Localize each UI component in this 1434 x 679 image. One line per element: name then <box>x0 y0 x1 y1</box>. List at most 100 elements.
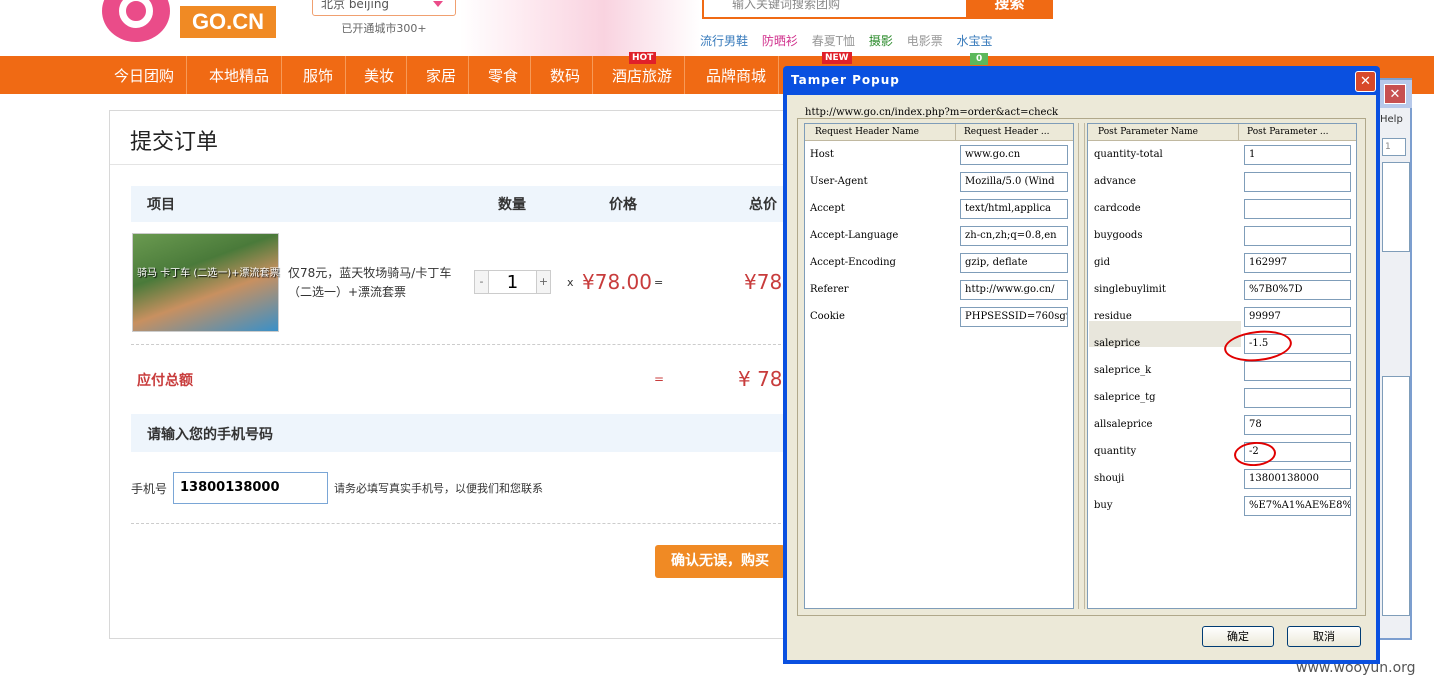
quantity-stepper[interactable]: - 1 + <box>474 270 551 294</box>
nav-item-digital[interactable]: 数码 <box>538 56 594 94</box>
param-value-field[interactable] <box>1244 172 1351 192</box>
column-total: 总价 <box>749 197 777 213</box>
nav-item-brand-mall[interactable]: 品牌商城 <box>694 56 780 94</box>
search-input[interactable]: 输入关键词搜索团购 <box>702 0 968 19</box>
column-param-name[interactable]: Post Parameter Name <box>1098 124 1198 141</box>
quantity-input[interactable]: 1 <box>489 271 536 294</box>
chevron-down-icon <box>433 1 443 7</box>
cart-count-badge: 0 <box>970 53 989 65</box>
column-param-value[interactable]: Post Parameter ... <box>1238 124 1328 141</box>
param-name: shouji <box>1094 473 1125 484</box>
close-icon[interactable]: ✕ <box>1355 71 1376 92</box>
header-name: Accept-Language <box>810 230 899 241</box>
hot-link[interactable]: 流行男鞋 <box>700 34 748 48</box>
hot-link[interactable]: 春夏T恤 <box>812 34 855 48</box>
window-pane <box>1382 376 1410 616</box>
hot-link[interactable]: 防晒衫 <box>762 34 798 48</box>
page-title: 提交订单 <box>130 130 219 155</box>
header-value-field[interactable]: http://www.go.cn/ <box>960 280 1068 300</box>
equals-sign: = <box>654 372 665 386</box>
nav-item-local[interactable]: 本地精品 <box>197 56 283 94</box>
divider <box>131 523 791 524</box>
nav-item-home[interactable]: 家居 <box>414 56 470 94</box>
param-name: allsaleprice <box>1094 419 1153 430</box>
nav-item-clothing[interactable]: 服饰 <box>291 56 347 94</box>
param-name: quantity <box>1094 446 1137 457</box>
column-header-name[interactable]: Request Header Name <box>815 124 919 141</box>
header-name: Host <box>810 149 834 160</box>
popup-title: Tamper Popup <box>791 73 900 87</box>
header-name: Referer <box>810 284 849 295</box>
nav-item-today[interactable]: 今日团购 <box>102 56 188 94</box>
param-value-field[interactable]: %7B0%7D <box>1244 280 1351 300</box>
param-name: gid <box>1094 257 1111 268</box>
param-value-field[interactable]: 99997 <box>1244 307 1351 327</box>
due-label: 应付总额 <box>137 373 193 389</box>
param-name: singlebuylimit <box>1094 284 1166 295</box>
quantity-increment-button[interactable]: + <box>536 271 550 293</box>
pane-splitter[interactable] <box>1078 123 1085 609</box>
header-value-field[interactable]: zh-cn,zh;q=0.8,en <box>960 226 1068 246</box>
param-name: saleprice_tg <box>1094 392 1156 403</box>
post-params-column-header: Post Parameter Name Post Parameter ... <box>1088 124 1356 141</box>
column-item: 项目 <box>147 197 175 213</box>
logo-text[interactable]: GO.CN <box>180 6 276 38</box>
product-name[interactable]: 仅78元，蓝天牧场骑马/卡丁车（二选一）+漂流套票 <box>288 264 458 302</box>
param-value-field[interactable]: 13800138000 <box>1244 469 1351 489</box>
nav-item-makeup[interactable]: 美妆 <box>352 56 408 94</box>
phone-field[interactable]: 13800138000 <box>173 472 328 504</box>
window-field[interactable]: 1 <box>1382 138 1406 156</box>
param-value-field[interactable] <box>1244 199 1351 219</box>
confirm-purchase-button[interactable]: 确认无误，购买 <box>655 545 785 578</box>
param-value-field[interactable]: 162997 <box>1244 253 1351 273</box>
param-name: quantity-total <box>1094 149 1163 160</box>
window-pane <box>1382 162 1410 252</box>
column-qty: 数量 <box>498 197 526 213</box>
phone-section-title: 请输入您的手机号码 <box>147 427 273 443</box>
hot-links: 流行男鞋 防晒衫 春夏T恤 摄影 电影票 水宝宝 <box>700 32 1003 49</box>
param-value-field[interactable] <box>1244 226 1351 246</box>
param-value-field[interactable]: %E7%A1%AE%E8%AE%A4 <box>1244 496 1351 516</box>
product-image[interactable]: 骑马 卡丁车 (二选一)+漂流套票 <box>132 233 280 332</box>
phone-label: 手机号 <box>131 482 168 496</box>
hot-link[interactable]: 水宝宝 <box>957 34 993 48</box>
ok-button[interactable]: 确定 <box>1202 626 1274 647</box>
due-amount: ¥ 78 <box>738 367 783 391</box>
city-count: 已开通城市300+ <box>341 22 427 35</box>
param-value-field[interactable]: 78 <box>1244 415 1351 435</box>
times-sign: x <box>567 276 574 289</box>
param-name: buy <box>1094 500 1113 511</box>
divider <box>131 344 791 345</box>
request-url: http://www.go.cn/index.php?m=order&act=c… <box>805 107 1059 118</box>
header-value-field[interactable]: PHPSESSID=760sg9h <box>960 307 1068 327</box>
unit-price: ¥78.00 <box>582 270 652 294</box>
column-price: 价格 <box>609 197 637 213</box>
column-header-value[interactable]: Request Header ... <box>955 124 1049 141</box>
watermark: www.wooyun.org <box>1296 660 1416 676</box>
param-value-field[interactable] <box>1244 388 1351 408</box>
city-label: 北京 beijing <box>321 0 390 11</box>
param-value-field[interactable] <box>1244 361 1351 381</box>
header-value-field[interactable]: gzip, deflate <box>960 253 1068 273</box>
city-selector[interactable]: 北京 beijing <box>312 0 456 16</box>
help-menu[interactable]: Help <box>1380 114 1403 125</box>
search-button[interactable]: 搜索 <box>966 0 1053 19</box>
quantity-decrement-button[interactable]: - <box>475 271 489 293</box>
param-value-field[interactable]: 1 <box>1244 145 1351 165</box>
cancel-button[interactable]: 取消 <box>1287 626 1361 647</box>
header-name: Accept <box>810 203 845 214</box>
request-headers-list[interactable]: Request Header Name Request Header ... <box>804 123 1074 609</box>
header-value-field[interactable]: www.go.cn <box>960 145 1068 165</box>
hot-link[interactable]: 摄影 <box>869 34 893 48</box>
header-name: Accept-Encoding <box>810 257 896 268</box>
equals-sign: = <box>654 276 664 289</box>
close-icon[interactable]: ✕ <box>1384 84 1406 104</box>
param-name: cardcode <box>1094 203 1141 214</box>
hot-link[interactable]: 电影票 <box>907 34 943 48</box>
header-name: Cookie <box>810 311 845 322</box>
header-value-field[interactable]: Mozilla/5.0 (Wind <box>960 172 1068 192</box>
header-value-field[interactable]: text/html,applica <box>960 199 1068 219</box>
param-name: saleprice <box>1094 338 1141 349</box>
param-name: saleprice_k <box>1094 365 1152 376</box>
nav-item-snacks[interactable]: 零食 <box>476 56 532 94</box>
